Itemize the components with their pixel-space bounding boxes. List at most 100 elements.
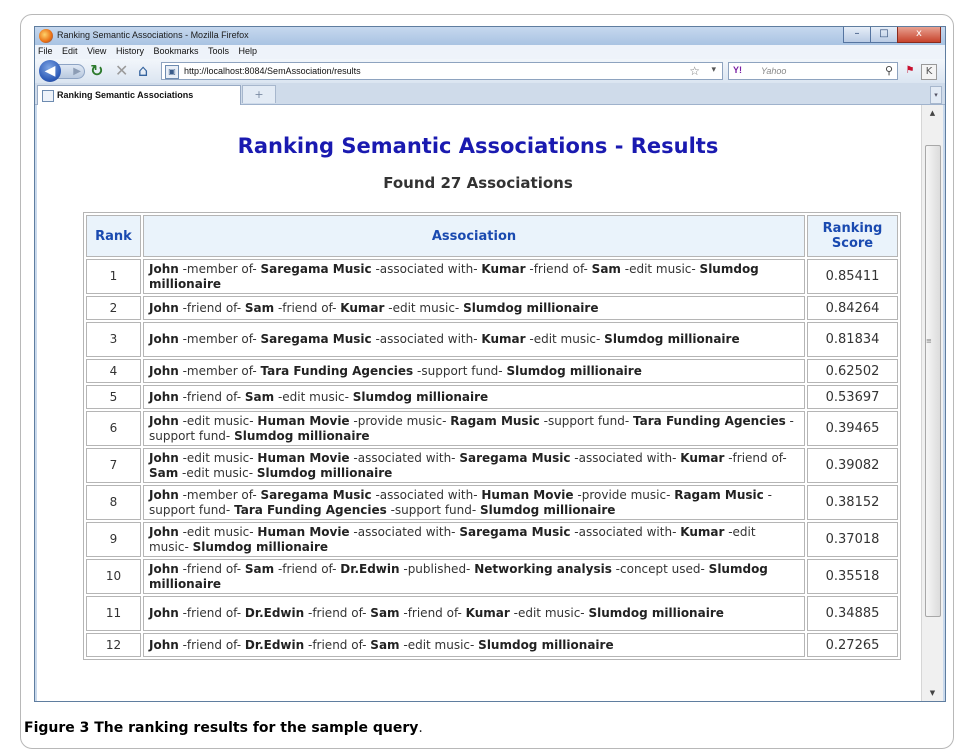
tab-label: Ranking Semantic Associations [57, 90, 194, 100]
scrollbar-thumb[interactable] [925, 145, 941, 617]
menu-file[interactable]: File [35, 45, 57, 56]
entity-name: John [148, 561, 179, 576]
back-arrow-icon[interactable]: ◀ [39, 60, 61, 82]
entity-name: John [148, 363, 179, 378]
entity-name: Tara Funding Agencies [234, 502, 387, 517]
menu-bookmarks[interactable]: Bookmarks [150, 45, 202, 56]
relation-label: -provide music- [573, 487, 675, 502]
menu-tools[interactable]: Tools [205, 45, 233, 56]
reload-icon[interactable]: ↻ [90, 62, 103, 80]
score-cell: 0.53697 [807, 385, 898, 409]
vertical-scrollbar[interactable]: ▲ ≡ ▼ [921, 105, 943, 701]
title-bar: Ranking Semantic Associations - Mozilla … [35, 27, 945, 45]
tab-ranking-results[interactable]: Ranking Semantic Associations [37, 85, 241, 105]
scroll-down-icon[interactable]: ▼ [922, 685, 943, 701]
score-cell: 0.39082 [807, 448, 898, 483]
association-cell: John -member of- Saregama Music -associa… [142, 259, 806, 294]
entity-name: Slumdog millionaire [234, 428, 370, 443]
entity-name: Dr.Edwin [244, 606, 305, 620]
score-column-header: Ranking Score [807, 215, 898, 257]
site-favicon-icon: ▣ [165, 65, 179, 79]
relation-label: -published- [399, 561, 475, 576]
firefox-logo-icon [39, 29, 53, 43]
url-text[interactable]: http://localhost:8084/SemAssociation/res… [184, 66, 361, 76]
entity-name: Human Movie [257, 413, 350, 428]
page-favicon-icon [42, 90, 54, 102]
menu-edit[interactable]: Edit [59, 45, 82, 56]
association-cell: John -edit music- Human Movie -provide m… [142, 411, 806, 446]
url-input[interactable]: ▣ http://localhost:8084/SemAssociation/r… [161, 62, 723, 80]
entity-name: Tara Funding Agencies [633, 413, 786, 428]
addon-icon[interactable]: ⚑ [903, 64, 917, 78]
table-row: 2 John -friend of- Sam -friend of- Kumar … [86, 296, 898, 320]
association-cell: John -friend of- Sam -friend of- Kumar -… [142, 296, 806, 320]
menu-help[interactable]: Help [236, 45, 262, 56]
rank-cell: 5 [86, 385, 141, 409]
minimize-button[interactable]: – [843, 27, 870, 43]
new-tab-button[interactable]: + [242, 85, 276, 103]
entity-name: Sam [244, 561, 275, 576]
entity-name: Kumar [680, 450, 725, 465]
figure-caption: Figure 3 The ranking results for the sam… [24, 720, 423, 736]
page-viewport: Ranking Semantic Associations - Results … [36, 104, 920, 700]
table-row: 7 John -edit music- Human Movie -associat… [86, 448, 898, 483]
entity-name: Saregama Music [459, 450, 571, 465]
entity-name: Slumdog millionaire [256, 465, 393, 480]
score-cell: 0.84264 [807, 296, 898, 320]
tab-list-chevron-icon[interactable]: ▾ [930, 86, 942, 104]
rank-cell: 4 [86, 359, 141, 383]
score-cell: 0.38152 [807, 485, 898, 520]
forward-arrow-icon[interactable]: ▶ [57, 64, 85, 79]
relation-label: -edit music- [384, 300, 464, 315]
rank-cell: 8 [86, 485, 141, 520]
entity-name: Slumdog millionaire [480, 502, 616, 517]
entity-name: Kumar [340, 300, 385, 315]
star-icon[interactable]: ☆ [689, 64, 700, 78]
table-row: 6 John -edit music- Human Movie -provide … [86, 411, 898, 446]
home-icon[interactable]: ⌂ [138, 62, 148, 80]
entity-name: Kumar [465, 606, 510, 620]
score-cell: 0.37018 [807, 522, 898, 557]
close-button[interactable]: x [897, 27, 941, 43]
entity-name: Saregama Music [260, 332, 372, 346]
relation-label: -associated with- [349, 450, 460, 465]
association-cell: John -friend of- Dr.Edwin -friend of- Sa… [142, 596, 806, 631]
association-column-header: Association [142, 215, 806, 257]
entity-name: Ragam Music [450, 413, 540, 428]
association-cell: John -friend of- Sam -edit music- Slumdo… [142, 385, 806, 409]
chevron-down-icon[interactable]: ▾ [711, 65, 716, 75]
entity-name: John [148, 487, 179, 502]
entity-name: Kumar [481, 261, 526, 276]
relation-label: -friend of- [178, 300, 245, 315]
menu-bar: File Edit View History Bookmarks Tools H… [35, 45, 945, 59]
entity-name: Slumdog millionaire [463, 300, 599, 315]
relation-label: -edit music- [399, 637, 479, 652]
entity-name: Slumdog millionaire [588, 606, 724, 620]
rank-cell: 10 [86, 559, 141, 594]
score-cell: 0.85411 [807, 259, 898, 294]
entity-name: Dr.Edwin [244, 637, 305, 652]
menu-history[interactable]: History [113, 45, 148, 56]
relation-label: -member of- [178, 363, 261, 378]
toolbar-extension-icon[interactable]: K [921, 64, 937, 80]
rank-cell: 1 [86, 259, 141, 294]
relation-label: -member of- [178, 261, 261, 276]
menu-view[interactable]: View [84, 45, 110, 56]
entity-name: Kumar [481, 332, 526, 346]
stop-icon[interactable]: ✕ [115, 62, 128, 80]
table-row: 9 John -edit music- Human Movie -associat… [86, 522, 898, 557]
search-placeholder[interactable]: Yahoo [761, 66, 786, 76]
magnifier-icon[interactable]: ⚲ [885, 64, 893, 77]
search-engine-logo[interactable]: Y! [733, 65, 742, 75]
score-cell: 0.39465 [807, 411, 898, 446]
entity-name: John [148, 524, 179, 539]
relation-label: -friend of- [274, 561, 341, 576]
entity-name: John [148, 606, 179, 620]
maximize-button[interactable]: □ [870, 27, 897, 43]
entity-name: Tara Funding Agencies [260, 363, 414, 378]
entity-name: Dr.Edwin [340, 561, 400, 576]
scroll-up-icon[interactable]: ▲ [922, 105, 943, 121]
entity-name: Human Movie [257, 524, 350, 539]
rank-cell: 12 [86, 633, 141, 657]
search-input[interactable]: Y! Yahoo ⚲ [728, 62, 898, 80]
